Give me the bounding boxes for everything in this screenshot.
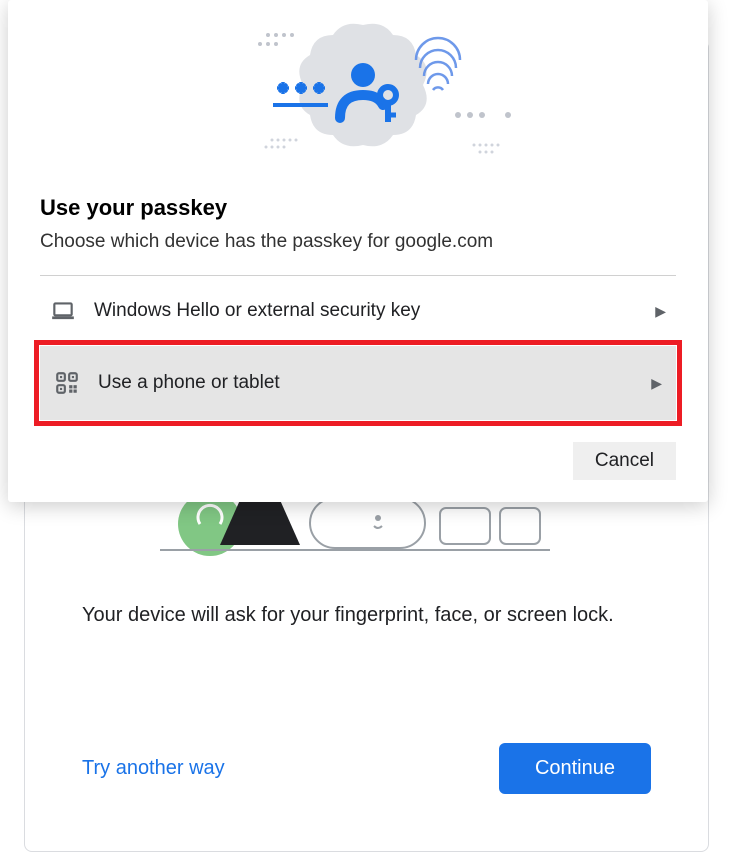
modal-subtitle: Choose which device has the passkey for … <box>40 231 676 253</box>
background-footer: Try another way Continue <box>82 743 651 794</box>
option-label: Windows Hello or external security key <box>94 300 655 322</box>
option-phone-tablet[interactable]: Use a phone or tablet ▶ <box>40 346 676 420</box>
modal-title: Use your passkey <box>40 195 676 221</box>
continue-button[interactable]: Continue <box>499 743 651 794</box>
background-description: Your device will ask for your fingerprin… <box>82 600 651 630</box>
passkey-device-modal: Use your passkey Choose which device has… <box>8 0 708 502</box>
divider <box>40 275 676 276</box>
passkey-illustration <box>8 0 708 175</box>
cancel-button[interactable]: Cancel <box>573 442 676 480</box>
laptop-icon <box>50 298 76 324</box>
option-windows-hello[interactable]: Windows Hello or external security key ▶ <box>40 284 676 338</box>
chevron-right-icon: ▶ <box>655 303 666 320</box>
qr-icon <box>54 370 80 396</box>
option-label: Use a phone or tablet <box>98 372 651 394</box>
chevron-right-icon: ▶ <box>651 375 662 392</box>
try-another-way-link[interactable]: Try another way <box>82 757 225 780</box>
option-phone-tablet-highlight: Use a phone or tablet ▶ <box>40 346 676 420</box>
